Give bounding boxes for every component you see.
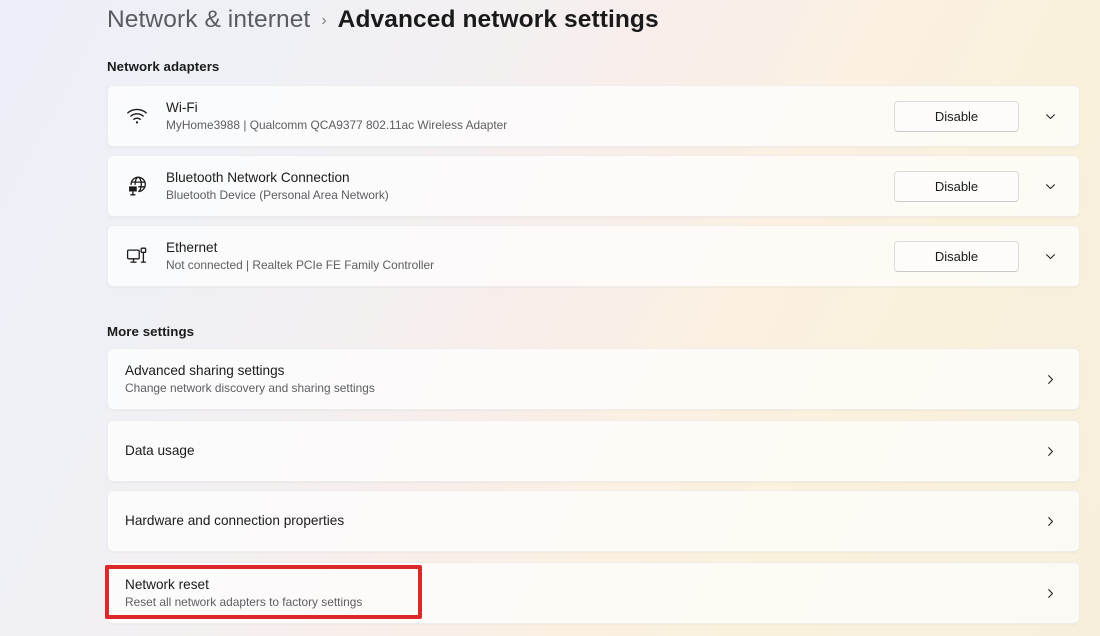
setting-name: Advanced sharing settings xyxy=(125,362,285,378)
setting-name: Hardware and connection properties xyxy=(125,513,345,529)
disable-button-wifi[interactable]: Disable xyxy=(894,100,1019,132)
adapter-row-wifi[interactable]: Wi-Fi MyHome3988 | Qualcomm QCA9377 802.… xyxy=(107,85,1080,147)
disable-button-ethernet[interactable]: Disable xyxy=(894,240,1019,272)
adapter-description: Not connected | Realtek PCIe FE Family C… xyxy=(166,258,435,273)
adapter-text-block: Wi-Fi MyHome3988 | Qualcomm QCA9377 802.… xyxy=(166,99,894,134)
chevron-right-icon[interactable] xyxy=(1037,580,1063,606)
setting-description: Reset all network adapters to factory se… xyxy=(125,595,363,610)
adapter-name: Ethernet xyxy=(166,239,218,255)
adapter-description: MyHome3988 | Qualcomm QCA9377 802.11ac W… xyxy=(166,118,508,133)
setting-text-block: Hardware and connection properties xyxy=(108,512,1037,530)
adapter-row-bluetooth[interactable]: Bluetooth Network Connection Bluetooth D… xyxy=(107,155,1080,217)
adapter-name: Wi-Fi xyxy=(166,99,198,115)
setting-name: Network reset xyxy=(125,576,209,592)
chevron-right-icon[interactable] xyxy=(1037,508,1063,534)
bluetooth-network-icon xyxy=(108,174,166,198)
setting-text-block: Data usage xyxy=(108,442,1037,460)
setting-row-advanced-sharing-settings[interactable]: Advanced sharing settings Change network… xyxy=(107,348,1080,410)
disable-button-bluetooth[interactable]: Disable xyxy=(894,170,1019,202)
wifi-icon xyxy=(108,104,166,128)
adapter-description: Bluetooth Device (Personal Area Network) xyxy=(166,188,389,203)
setting-description: Change network discovery and sharing set… xyxy=(125,381,375,396)
setting-text-block: Advanced sharing settings Change network… xyxy=(108,362,1037,397)
setting-text-block: Network reset Reset all network adapters… xyxy=(108,576,1037,611)
adapter-text-block: Bluetooth Network Connection Bluetooth D… xyxy=(166,169,894,204)
adapter-name: Bluetooth Network Connection xyxy=(166,169,350,185)
section-heading-network-adapters: Network adapters xyxy=(107,59,220,74)
setting-row-hardware-and-connection-properties[interactable]: Hardware and connection properties xyxy=(107,490,1080,552)
breadcrumb: Network & internet › Advanced network se… xyxy=(107,6,659,34)
adapter-text-block: Ethernet Not connected | Realtek PCIe FE… xyxy=(166,239,894,274)
chevron-right-icon[interactable] xyxy=(1037,438,1063,464)
adapter-row-ethernet[interactable]: Ethernet Not connected | Realtek PCIe FE… xyxy=(107,225,1080,287)
chevron-down-icon[interactable] xyxy=(1037,173,1063,199)
setting-row-data-usage[interactable]: Data usage xyxy=(107,420,1080,482)
ethernet-icon xyxy=(108,244,166,268)
page-title: Advanced network settings xyxy=(337,6,659,33)
chevron-right-icon[interactable] xyxy=(1037,366,1063,392)
section-heading-more-settings: More settings xyxy=(107,324,195,339)
setting-row-network-reset[interactable]: Network reset Reset all network adapters… xyxy=(107,562,1080,624)
chevron-down-icon[interactable] xyxy=(1037,243,1063,269)
setting-name: Data usage xyxy=(125,443,195,459)
breadcrumb-separator-icon: › xyxy=(321,12,327,29)
chevron-down-icon[interactable] xyxy=(1037,103,1063,129)
breadcrumb-parent-link[interactable]: Network & internet xyxy=(107,6,310,34)
